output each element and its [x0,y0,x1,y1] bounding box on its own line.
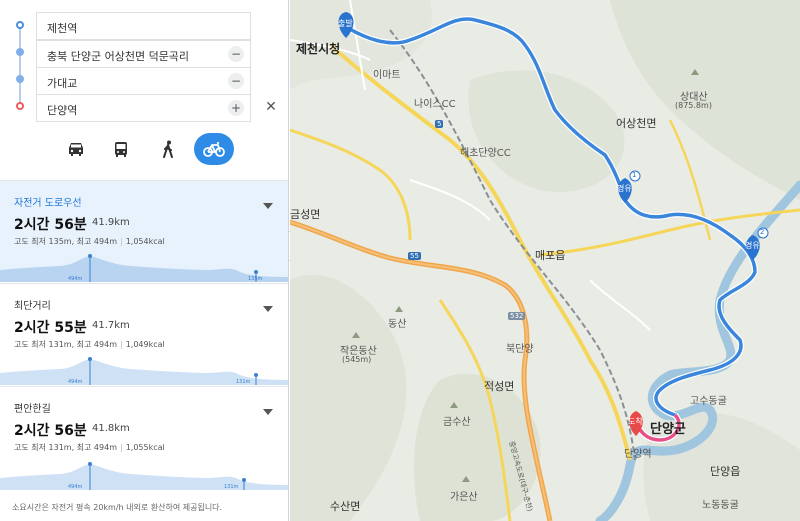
place-label: 적성면 [484,380,515,393]
origin-label: 제천역 [47,22,78,35]
profile-min-label: 131m [224,484,239,490]
destination-label: 단양역 [47,104,78,117]
place-label: 금성면 [290,208,321,221]
place-label: 금수산 [443,417,471,428]
place-label: 나이스CC [414,99,456,110]
place-label: 고수동굴 [690,396,727,407]
remove-via2-button[interactable]: − [228,73,244,89]
place-label: 수산면 [330,500,361,513]
road-badge: 5 [435,120,444,128]
via2-number: 2 [760,228,765,236]
route-distance: 41.9km [92,217,130,228]
route-time: 2시간 55분 [14,320,87,336]
via1-number: 1 [632,171,637,179]
destination-input[interactable]: 단양역 + [36,94,251,122]
walk-icon [163,140,173,158]
route-kcal: 1,054kcal [125,237,165,246]
footnote: 소요시간은 자전거 평속 20km/h 내외로 환산하여 제공됩니다. [12,503,223,512]
transport-mode-tabs [0,126,288,172]
via2-label: 가대교 [47,77,78,90]
chevron-down-icon[interactable] [263,409,273,415]
route-elevation: 고도 최저 131m, 최고 494m [14,443,117,452]
place-label: 노동동굴 [702,500,739,511]
tab-bicycle[interactable] [194,133,234,165]
waypoint-connector [19,26,21,106]
profile-max-label: 494m [68,379,83,385]
waypoint-end-dot [16,102,24,110]
chevron-down-icon[interactable] [263,203,273,209]
bicycle-icon [203,142,225,157]
tab-bus[interactable] [101,133,141,165]
route-kcal: 1,055kcal [125,443,165,452]
route-option-bike-priority[interactable]: 자전거 도로우선 2시간 56분 41.9km 고도 최저 135m, 최고 4… [0,180,288,282]
place-label: 어상천면 [616,117,657,130]
route-name: 최단거리 [14,301,51,312]
elevation-profile-chart: 494m 135m [0,254,288,282]
route-name: 자전거 도로우선 [14,198,82,209]
chevron-down-icon[interactable] [263,306,273,312]
via2-input[interactable]: 가대교 − [36,67,251,95]
road-badge: 532 [508,312,526,320]
place-label: 단양읍 [710,465,741,478]
place-label: 단양역 [624,449,652,460]
elevation-profile-chart: 494m 131m [0,357,288,385]
bus-icon [115,142,127,157]
map-canvas[interactable]: 출발 경유 1 경유 2 도착 제천시청 이마트 나이스CC 해초단양CC 상대… [290,0,800,521]
route-elevation: 고도 최저 131m, 최고 494m [14,340,117,349]
place-label: 해초단양CC [460,148,511,159]
route-elevation-info: 고도 최저 135m, 최고 494m | 1,054kcal [14,237,165,246]
route-time: 2시간 56분 [14,423,87,439]
route-distance: 41.7km [92,320,130,331]
place-label: 제천시청 [296,42,341,56]
profile-max-label: 494m [68,484,83,490]
origin-input[interactable]: 제천역 [36,12,251,40]
road-badge: 55 [408,252,421,260]
profile-max-label: 494m [68,276,83,282]
place-label: (545m) [342,355,372,364]
add-waypoint-button[interactable]: + [228,100,244,116]
via1-label: 충북 단양군 어상천면 덕문곡리 [47,50,190,63]
place-label: 가은산 [450,492,478,503]
route-elevation-info: 고도 최저 131m, 최고 494m | 1,049kcal [14,340,165,349]
place-label: 단양군 [650,422,686,437]
car-icon [69,143,83,156]
tab-car[interactable] [56,133,96,165]
end-pin-label: 도착 [628,417,643,426]
route-option-comfortable[interactable]: 편안한길 2시간 56분 41.8km 고도 최저 131m, 최고 494m |… [0,386,288,490]
profile-min-label: 135m [248,276,263,282]
route-elevation-info: 고도 최저 131m, 최고 494m | 1,055kcal [14,443,165,452]
profile-min-label: 131m [236,379,251,385]
route-kcal: 1,049kcal [125,340,165,349]
tab-walk[interactable] [148,133,188,165]
place-label: 북단양 [506,344,534,355]
remove-via1-button[interactable]: − [228,46,244,62]
directions-panel: 제천역 충북 단양군 어상천면 덕문곡리 − 가대교 − 단양역 + ✕ 자전거… [0,0,289,521]
route-elevation: 고도 최저 135m, 최고 494m [14,237,117,246]
start-pin-label: 출발 [338,19,353,28]
route-option-shortest[interactable]: 최단거리 2시간 55분 41.7km 고도 최저 131m, 최고 494m |… [0,283,288,385]
close-icon[interactable]: ✕ [263,99,279,115]
route-name: 편안한길 [14,404,51,415]
via2-pin-label: 경유 [745,241,760,250]
place-label: 매포읍 [535,249,566,262]
place-label: (875.8m) [675,101,712,110]
place-label: 동산 [388,319,407,330]
waypoint-via1-dot [16,48,24,56]
waypoint-list: 제천역 충북 단양군 어상천면 덕문곡리 − 가대교 − 단양역 + ✕ [0,0,288,125]
place-label: 이마트 [373,70,401,81]
route-distance: 41.8km [92,423,130,434]
waypoint-start-dot [16,21,24,29]
route-time: 2시간 56분 [14,217,87,233]
waypoint-via2-dot [16,75,24,83]
elevation-profile-chart: 494m 131m [0,462,288,490]
via1-pin-label: 경유 [617,184,632,193]
via1-input[interactable]: 충북 단양군 어상천면 덕문곡리 − [36,40,251,68]
